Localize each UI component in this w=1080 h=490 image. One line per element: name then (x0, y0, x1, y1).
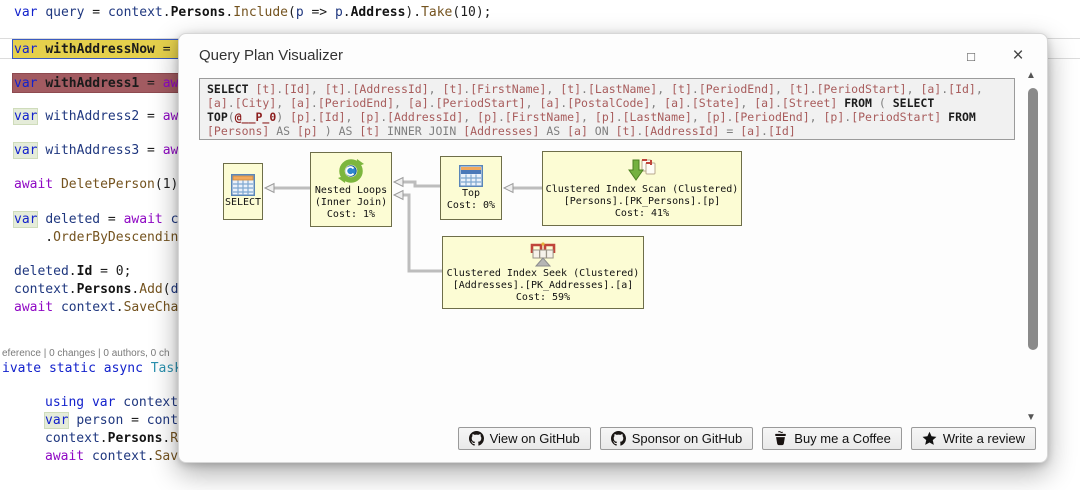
dialog-footer: View on GitHub Sponsor on GitHub Buy me a … (457, 427, 1036, 450)
plan-node-label: Top (461, 187, 481, 199)
code-line: var withAddress1 = aw (14, 76, 179, 91)
node-nested-loops[interactable]: Nested Loops (Inner Join) Cost: 1% (310, 152, 392, 227)
query-plan-visualizer-dialog: Query Plan Visualizer □ × SELECT [t].[Id… (178, 33, 1048, 463)
code-line: var withAddress3 = aw (14, 143, 179, 158)
plan-node-label: Cost: 41% (614, 208, 670, 219)
code-line: ivate static async Task (2, 361, 183, 376)
code-line: eference | 0 changes | 0 authors, 0 ch (2, 348, 170, 359)
code-line: var deleted = await c (14, 212, 179, 227)
write-a-review-button[interactable]: Write a review (910, 427, 1036, 450)
plan-node-label: Clustered Index Seek (Clustered) (446, 268, 640, 279)
index-scan-icon (628, 157, 656, 183)
button-label: View on GitHub (489, 431, 580, 446)
plan-node-label: SELECT (224, 197, 262, 208)
node-select[interactable]: SELECT (223, 163, 263, 220)
table-icon (231, 174, 255, 196)
plan-node-label: [Persons].[PK_Persons].[p] (563, 196, 721, 207)
plan-node-label: Nested Loops (314, 185, 388, 196)
code-line: deleted.Id = 0; (14, 264, 132, 279)
code-line: var query = context.Persons.Include(p =>… (14, 5, 492, 20)
code-line: .OrderByDescendin (14, 230, 179, 245)
buy-me-a-coffee-button[interactable]: Buy me a Coffee (762, 427, 902, 450)
index-seek-icon (529, 241, 557, 267)
button-label: Buy me a Coffee (794, 431, 891, 446)
code-line: await DeletePerson(1) (14, 177, 179, 192)
scrollbar-thumb[interactable] (1028, 88, 1038, 350)
button-label: Sponsor on GitHub (631, 431, 743, 446)
star-icon (922, 431, 937, 446)
plan-node-label: Cost: 59% (515, 292, 571, 303)
plan-node-label: Cost: 0% (446, 199, 496, 211)
code-line: await context.SaveCha (14, 300, 179, 315)
scrollbar-down-arrow[interactable]: ▼ (1024, 412, 1038, 423)
coffee-icon (773, 431, 788, 446)
nested-loops-icon (338, 158, 364, 184)
plan-node-label: Clustered Index Scan (Clustered) (545, 184, 739, 195)
sponsor-on-github-button[interactable]: Sponsor on GitHub (599, 427, 754, 450)
node-clustered-index-seek[interactable]: Clustered Index Seek (Clustered) [Address… (442, 236, 644, 309)
code-line: var withAddressNow = (14, 42, 171, 57)
plan-node-label: [Addresses].[PK_Addresses].[a] (452, 280, 634, 291)
code-line: context.Persons.Add(d (14, 282, 179, 297)
plan-node-label: Cost: 1% (326, 209, 376, 220)
button-label: Write a review (942, 431, 1025, 446)
github-icon (610, 431, 626, 446)
scrollbar-up-arrow[interactable]: ▲ (1024, 70, 1038, 81)
github-icon (468, 431, 484, 446)
view-on-github-button[interactable]: View on GitHub (457, 427, 591, 450)
screen: var query = context.Persons.Include(p =>… (0, 0, 1080, 490)
plan-canvas: SELECT Nested Loops (Inner Join) Cost: 1% To… (179, 34, 1049, 464)
node-top[interactable]: Top Cost: 0% (440, 156, 502, 220)
code-line: var withAddress2 = aw (14, 109, 179, 124)
plan-node-label: (Inner Join) (314, 197, 388, 208)
node-clustered-index-scan[interactable]: Clustered Index Scan (Clustered) [Persons… (542, 151, 742, 226)
table-top-icon (459, 164, 483, 187)
